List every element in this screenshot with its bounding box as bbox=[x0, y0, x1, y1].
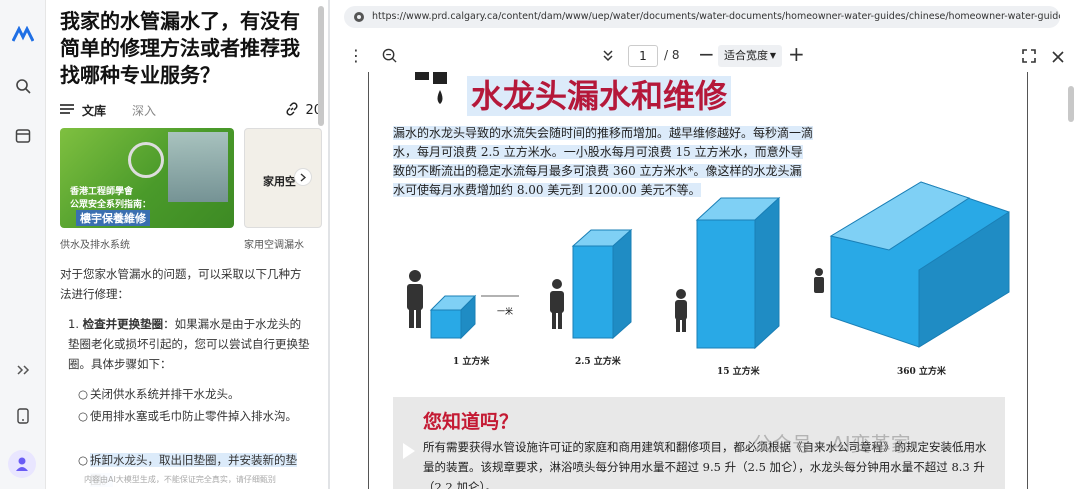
dim-label: 一米 bbox=[497, 306, 513, 316]
zoom-in-button[interactable]: + bbox=[788, 42, 805, 66]
url-bar[interactable]: https://www.prd.calgary.ca/content/dam/w… bbox=[344, 6, 1060, 28]
person-icon bbox=[407, 270, 423, 328]
source-cards: 香港工程師學會 公眾安全系列指南： 樓宇保養維修 家用空 bbox=[60, 128, 322, 228]
cube-15m3 bbox=[695, 196, 781, 350]
chat-scrollbar[interactable] bbox=[318, 6, 324, 126]
site-info-icon[interactable] bbox=[353, 6, 365, 28]
ai-disclaimer: 内容由AI大模型生成，不能保证完全真实，请仔细甄别 bbox=[46, 470, 326, 489]
pdf-toolbar: ⋮ 1 / 8 − 适合宽度 ▼ + bbox=[330, 40, 1080, 72]
pdf-scrollbar[interactable] bbox=[1068, 86, 1074, 122]
left-rail bbox=[0, 0, 46, 489]
building-image bbox=[168, 132, 228, 202]
cards-next-button[interactable] bbox=[294, 168, 312, 186]
chevron-down-icon: ▼ bbox=[769, 51, 776, 60]
cube-360m3 bbox=[829, 181, 1010, 348]
card1-line3: 樓宇保養維修 bbox=[76, 210, 150, 226]
person-icon bbox=[675, 289, 687, 332]
arrow-icon bbox=[403, 443, 415, 459]
zoom-select[interactable]: 适合宽度 ▼ bbox=[718, 45, 782, 67]
question-title: 我家的水管漏水了，有没有简单的修理方法或者推荐我找哪种专业服务？ bbox=[60, 9, 300, 87]
cube-label-3: 15 立方米 bbox=[717, 367, 760, 377]
source-card-1[interactable]: 香港工程師學會 公眾安全系列指南： 樓宇保養維修 bbox=[60, 128, 234, 228]
info-title: 您知道吗？ bbox=[423, 411, 519, 433]
expand-icon[interactable] bbox=[11, 358, 35, 382]
did-you-know-box: 您知道吗？ 所有需要获得水管设施许可证的家庭和商用建筑和翻修项目，都必须根据《自… bbox=[393, 397, 1005, 489]
card1-line1: 香港工程師學會 bbox=[70, 187, 134, 197]
app-logo-icon[interactable] bbox=[11, 22, 35, 46]
zoom-search-icon[interactable] bbox=[382, 48, 397, 67]
user-avatar[interactable] bbox=[8, 450, 36, 478]
menu-icon bbox=[60, 103, 74, 117]
person-icon bbox=[550, 279, 564, 329]
doc-title: 水龙头漏水和维修 bbox=[467, 76, 732, 116]
url-text: https://www.prd.calgary.ca/content/dam/w… bbox=[372, 11, 1060, 22]
tab-deep[interactable]: 深入 bbox=[132, 102, 156, 119]
card1-line2: 公眾安全系列指南： bbox=[70, 200, 152, 210]
cube-1m3 bbox=[429, 294, 477, 340]
tab-library[interactable]: 文库 bbox=[82, 102, 106, 119]
source-tabs: 文库 深入 20 bbox=[60, 100, 322, 120]
pdf-viewer: https://www.prd.calgary.ca/content/dam/w… bbox=[330, 0, 1080, 489]
search-icon[interactable] bbox=[11, 74, 35, 98]
cube-label-4: 360 立方米 bbox=[897, 367, 946, 377]
cube-label-2: 2.5 立方米 bbox=[575, 357, 621, 367]
zoom-out-button[interactable]: − bbox=[698, 42, 715, 66]
page-number-input[interactable]: 1 bbox=[628, 45, 658, 67]
phone-icon[interactable] bbox=[11, 404, 35, 428]
library-icon[interactable] bbox=[11, 124, 35, 148]
page-down-icon[interactable] bbox=[602, 48, 614, 67]
page-total: / 8 bbox=[664, 48, 680, 62]
link-icon bbox=[285, 101, 299, 119]
card2-text: 家用空 bbox=[263, 175, 296, 188]
cube-label-1: 1 立方米 bbox=[453, 357, 490, 367]
close-icon[interactable] bbox=[1052, 48, 1064, 67]
card1-caption: 供水及排水系统 bbox=[60, 240, 130, 251]
more-options-icon[interactable]: ⋮ bbox=[348, 46, 364, 65]
faucet-icon bbox=[413, 72, 457, 112]
person-icon bbox=[814, 268, 824, 293]
chat-panel: 我家的水管漏水了，有没有简单的修理方法或者推荐我找哪种专业服务？ 文库 深入 2… bbox=[46, 0, 326, 489]
zoom-label: 适合宽度 bbox=[724, 49, 768, 62]
fullscreen-icon[interactable] bbox=[1022, 48, 1036, 67]
magnifier-icon bbox=[128, 142, 164, 178]
answer-item-1: 1. 检查并更换垫圈：如果漏水是由于水龙头的垫圈老化或损坏引起的，您可以尝试自行… bbox=[68, 317, 310, 371]
watermark: 公众号 · AI变革家 bbox=[752, 432, 911, 456]
pdf-page: 水龙头漏水和维修 漏水的水龙头导致的水流失会随时间的推移而增加。越早维修越好。每… bbox=[368, 72, 1028, 489]
card2-caption: 家用空调漏水 bbox=[244, 240, 304, 251]
answer-intro: 对于您家水管漏水的问题，可以采取以下几种方法进行修理： bbox=[60, 267, 302, 301]
cube-2-5m3 bbox=[571, 228, 633, 340]
bullet-2: ○ 使用排水塞或毛巾防止零件掉入排水沟。 bbox=[78, 409, 297, 423]
water-volume-illustration: 一米 bbox=[407, 181, 1010, 350]
bullet-1: ○ 关闭供水系统并排干水龙头。 bbox=[78, 387, 240, 401]
item1-heading: 检查并更换垫圈 bbox=[82, 317, 164, 331]
